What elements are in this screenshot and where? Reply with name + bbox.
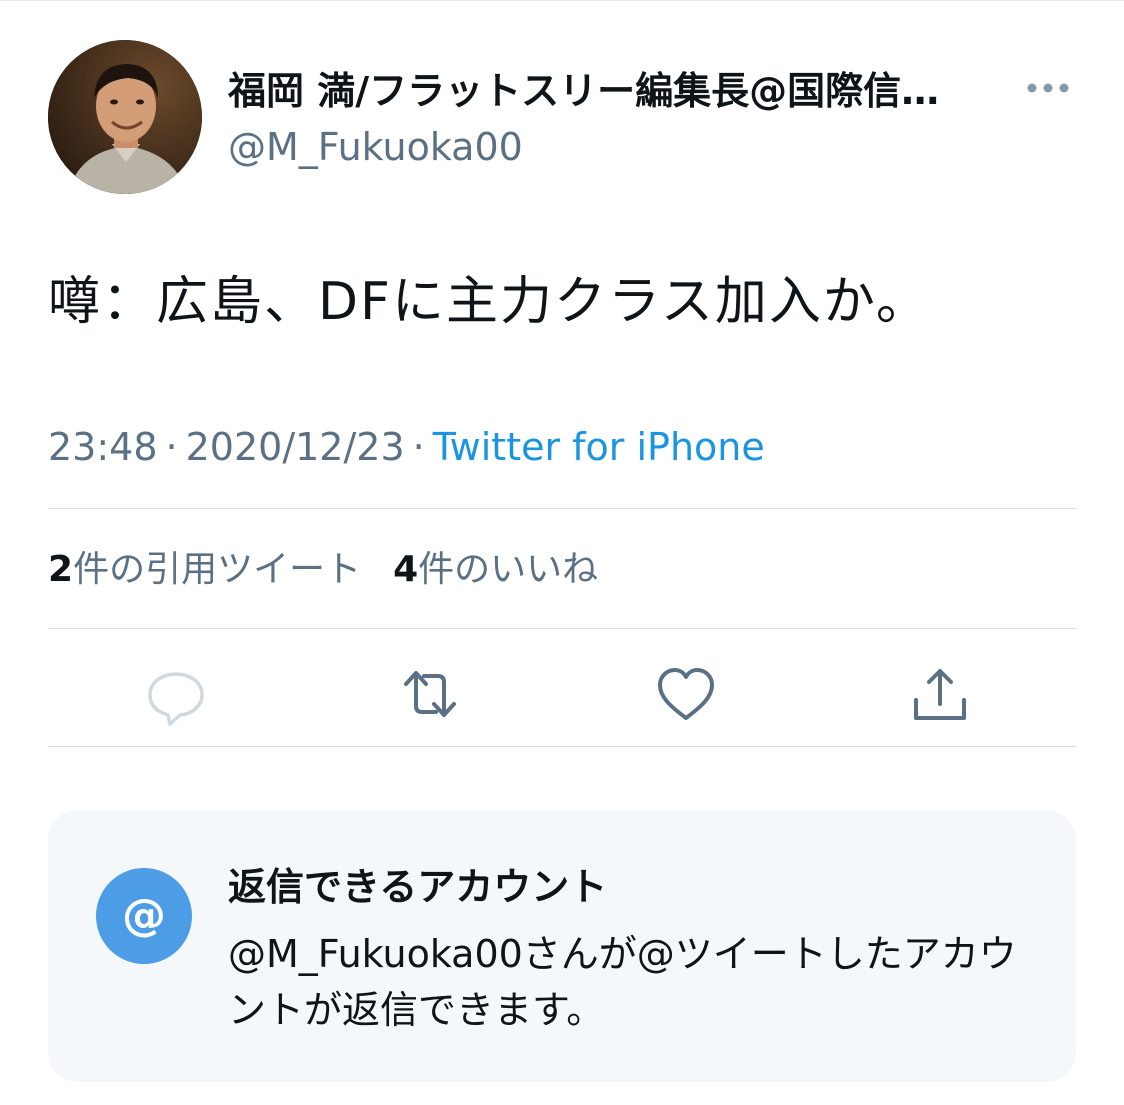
quote-tweets-stat[interactable]: 2件の引用ツイート (48, 548, 361, 592)
quote-label: 件の引用ツイート (73, 549, 362, 590)
likes-stat[interactable]: 4件のいいね (393, 548, 598, 592)
user-handle[interactable]: @M_Fukuoka00 (228, 124, 523, 170)
share-icon[interactable] (906, 660, 974, 728)
avatar[interactable] (48, 40, 202, 194)
divider (48, 628, 1076, 629)
retweet-icon[interactable] (396, 660, 464, 728)
tweet-time[interactable]: 23:48 (48, 425, 158, 469)
more-icon[interactable] (1026, 78, 1070, 98)
tweet-stats: 2件の引用ツイート 4件のいいね (48, 548, 598, 592)
meta-separator: · (165, 425, 178, 469)
meta-separator: · (412, 425, 425, 469)
tweet-actions (48, 650, 1076, 738)
like-label: 件のいいね (418, 549, 599, 590)
tweet-meta: 23:48 · 2020/12/23 · Twitter for iPhone (48, 424, 765, 470)
top-divider (0, 0, 1124, 1)
like-count: 4 (393, 549, 419, 590)
reply-settings-title: 返信できるアカウント (228, 865, 608, 909)
tweet-source-link[interactable]: Twitter for iPhone (433, 425, 765, 469)
profile-photo (48, 40, 202, 194)
reply-settings-card: @ 返信できるアカウント @M_Fukuoka00さんが@ツイートしたアカウント… (48, 810, 1076, 1082)
divider (48, 508, 1076, 509)
tweet-date[interactable]: 2020/12/23 (186, 425, 405, 469)
tweet-header: 福岡 満/フラットスリー編集長@国際信… @M_Fukuoka00 (48, 40, 1076, 194)
tweet-text: 噂：広島、DFに主力クラス加入か。 (48, 272, 930, 332)
heart-icon[interactable] (652, 660, 720, 728)
at-icon: @ (96, 868, 192, 964)
reply-icon[interactable] (142, 660, 210, 728)
reply-settings-description: @M_Fukuoka00さんが@ツイートしたアカウントが返信できます。 (228, 932, 1017, 1032)
display-name[interactable]: 福岡 満/フラットスリー編集長@国際信… (228, 68, 1018, 114)
divider (48, 746, 1076, 747)
quote-count: 2 (48, 549, 74, 590)
